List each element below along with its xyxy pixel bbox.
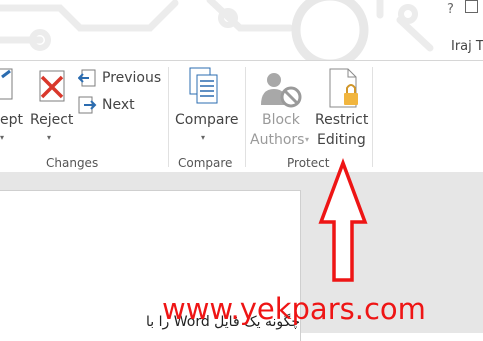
reject-button-label[interactable]: Reject <box>30 111 73 130</box>
reject-dropdown-caret[interactable]: ▾ <box>47 133 51 142</box>
group-separator <box>245 67 246 167</box>
watermark: www.yekpars.com <box>162 292 426 326</box>
compare-dropdown-caret[interactable]: ▾ <box>201 133 205 142</box>
title-bar: ? Iraj T <box>0 0 483 60</box>
restrict-editing-icon[interactable] <box>328 67 362 111</box>
block-authors-icon <box>261 73 302 108</box>
compare-button-label[interactable]: Compare <box>175 111 239 130</box>
previous-icon[interactable] <box>78 69 98 87</box>
ribbon: ept ▾ Reject ▾ Previous Next Changes Com… <box>0 60 483 174</box>
accept-icon[interactable] <box>0 67 16 103</box>
reject-icon[interactable] <box>34 67 70 105</box>
user-name[interactable]: Iraj T <box>451 39 483 54</box>
block-authors-label-line2: Authors <box>250 132 305 148</box>
restrict-editing-label-line1[interactable]: Restrict <box>315 111 368 130</box>
circuit-decoration <box>0 0 434 60</box>
ribbon-display-options-icon[interactable] <box>465 0 478 13</box>
block-authors-label-line1: Block <box>262 112 300 128</box>
next-button-label[interactable]: Next <box>102 96 135 115</box>
previous-button-label[interactable]: Previous <box>102 69 161 88</box>
restrict-editing-label-line2[interactable]: Editing <box>317 131 366 150</box>
next-icon[interactable] <box>78 96 98 114</box>
compare-icon[interactable] <box>186 66 220 106</box>
group-separator <box>372 67 373 167</box>
accept-dropdown-caret[interactable]: ▾ <box>0 133 4 142</box>
block-authors-dropdown-caret: ▾ <box>305 135 310 144</box>
changes-group-label: Changes <box>46 156 99 170</box>
accept-button-label[interactable]: ept <box>0 111 23 130</box>
compare-group-label: Compare <box>178 156 233 170</box>
help-icon[interactable]: ? <box>447 2 454 17</box>
group-separator <box>168 67 169 167</box>
protect-group-label: Protect <box>287 156 330 170</box>
